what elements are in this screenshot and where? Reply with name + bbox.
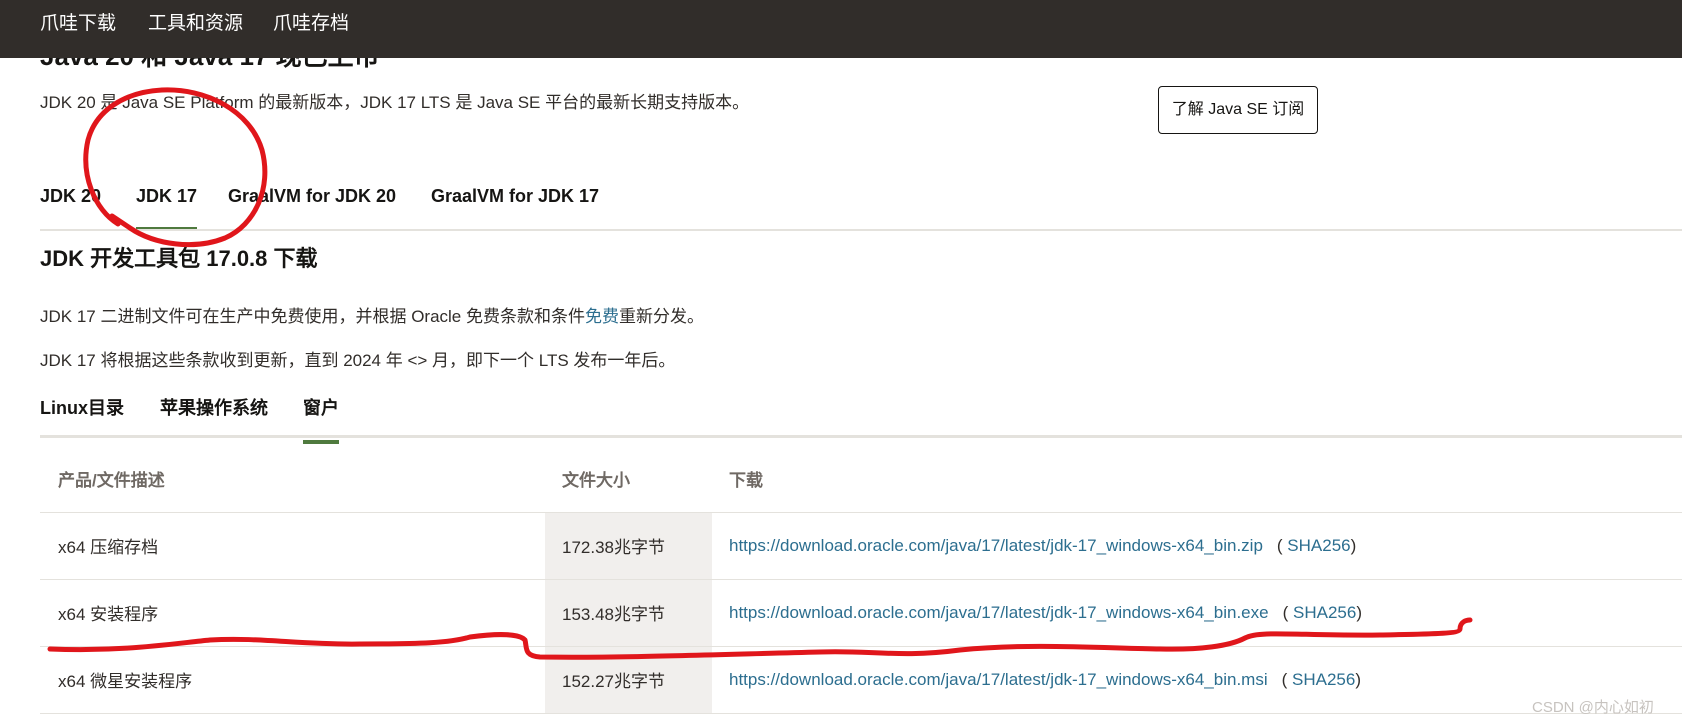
table-row: x64 安装程序 153.48兆字节 https://download.orac… [40, 579, 1682, 647]
row-file-size: 152.27兆字节 [545, 646, 712, 714]
nav-tools-resources[interactable]: 工具和资源 [148, 8, 243, 35]
download-link-exe[interactable]: https://download.oracle.com/java/17/late… [729, 603, 1269, 622]
row-file-size: 153.48兆字节 [545, 579, 712, 647]
nav-java-downloads[interactable]: 爪哇下载 [40, 8, 116, 35]
tab-graalvm-jdk-20[interactable]: GraalVM for JDK 20 [228, 186, 396, 227]
tab-macos[interactable]: 苹果操作系统 [160, 394, 268, 440]
nav-java-archive[interactable]: 爪哇存档 [273, 8, 349, 35]
download-link-zip[interactable]: https://download.oracle.com/java/17/late… [729, 536, 1263, 555]
header-description: 产品/文件描述 [40, 445, 545, 513]
download-link-msi[interactable]: https://download.oracle.com/java/17/late… [729, 670, 1268, 689]
table-header-row: 产品/文件描述 文件大小 下载 [40, 445, 1682, 513]
row-description: x64 安装程序 [40, 579, 545, 647]
row-description: x64 压缩存档 [40, 512, 545, 580]
tab-graalvm-jdk-17[interactable]: GraalVM for JDK 17 [431, 186, 599, 227]
sha256-link[interactable]: SHA256 [1292, 670, 1355, 689]
header-download: 下载 [712, 445, 1682, 513]
row-file-size: 172.38兆字节 [545, 512, 712, 580]
tabs-divider [40, 229, 1682, 231]
tab-jdk-17[interactable]: JDK 17 [136, 186, 198, 230]
section-title: JDK 开发工具包 17.0.8 下载 [40, 246, 318, 271]
update-text: JDK 17 将根据这些条款收到更新，直到 2024 年 <> 月，即下一个 L… [40, 351, 676, 370]
top-nav: 爪哇下载 工具和资源 爪哇存档 [0, 0, 1682, 58]
learn-subscription-button[interactable]: 了解 Java SE 订阅 [1158, 86, 1318, 134]
intro-text: JDK 20 是 Java SE Platform 的最新版本，JDK 17 L… [40, 93, 750, 112]
license-text-after: 重新分发。 [619, 307, 704, 326]
sha256-link[interactable]: SHA256 [1287, 536, 1350, 555]
tab-linux[interactable]: Linux目录 [40, 394, 124, 440]
sha-wrapper: ( SHA256) [1276, 535, 1357, 555]
row-download-cell: https://download.oracle.com/java/17/late… [712, 579, 1682, 647]
sha-wrapper: ( SHA256) [1281, 669, 1362, 689]
license-text: JDK 17 二进制文件可在生产中免费使用，并根据 Oracle 免费条款和条件… [40, 302, 704, 327]
table-row: x64 微星安装程序 152.27兆字节 https://download.or… [40, 646, 1682, 714]
watermark: CSDN @内心如初 [1532, 699, 1654, 716]
table-row: x64 压缩存档 172.38兆字节 https://download.orac… [40, 512, 1682, 580]
sha-wrapper: ( SHA256) [1282, 602, 1362, 622]
license-text-before: JDK 17 二进制文件可在生产中免费使用，并根据 Oracle 免费条款和条件 [40, 307, 585, 326]
free-terms-link[interactable]: 免费 [585, 307, 619, 326]
tab-jdk-20[interactable]: JDK 20 [40, 186, 101, 227]
os-tabs-divider [40, 435, 1682, 438]
sha256-link[interactable]: SHA256 [1293, 603, 1356, 622]
header-file-size: 文件大小 [545, 445, 712, 513]
row-download-cell: https://download.oracle.com/java/17/late… [712, 512, 1682, 580]
downloads-table: 产品/文件描述 文件大小 下载 x64 压缩存档 172.38兆字节 https… [40, 445, 1682, 714]
row-description: x64 微星安装程序 [40, 646, 545, 714]
